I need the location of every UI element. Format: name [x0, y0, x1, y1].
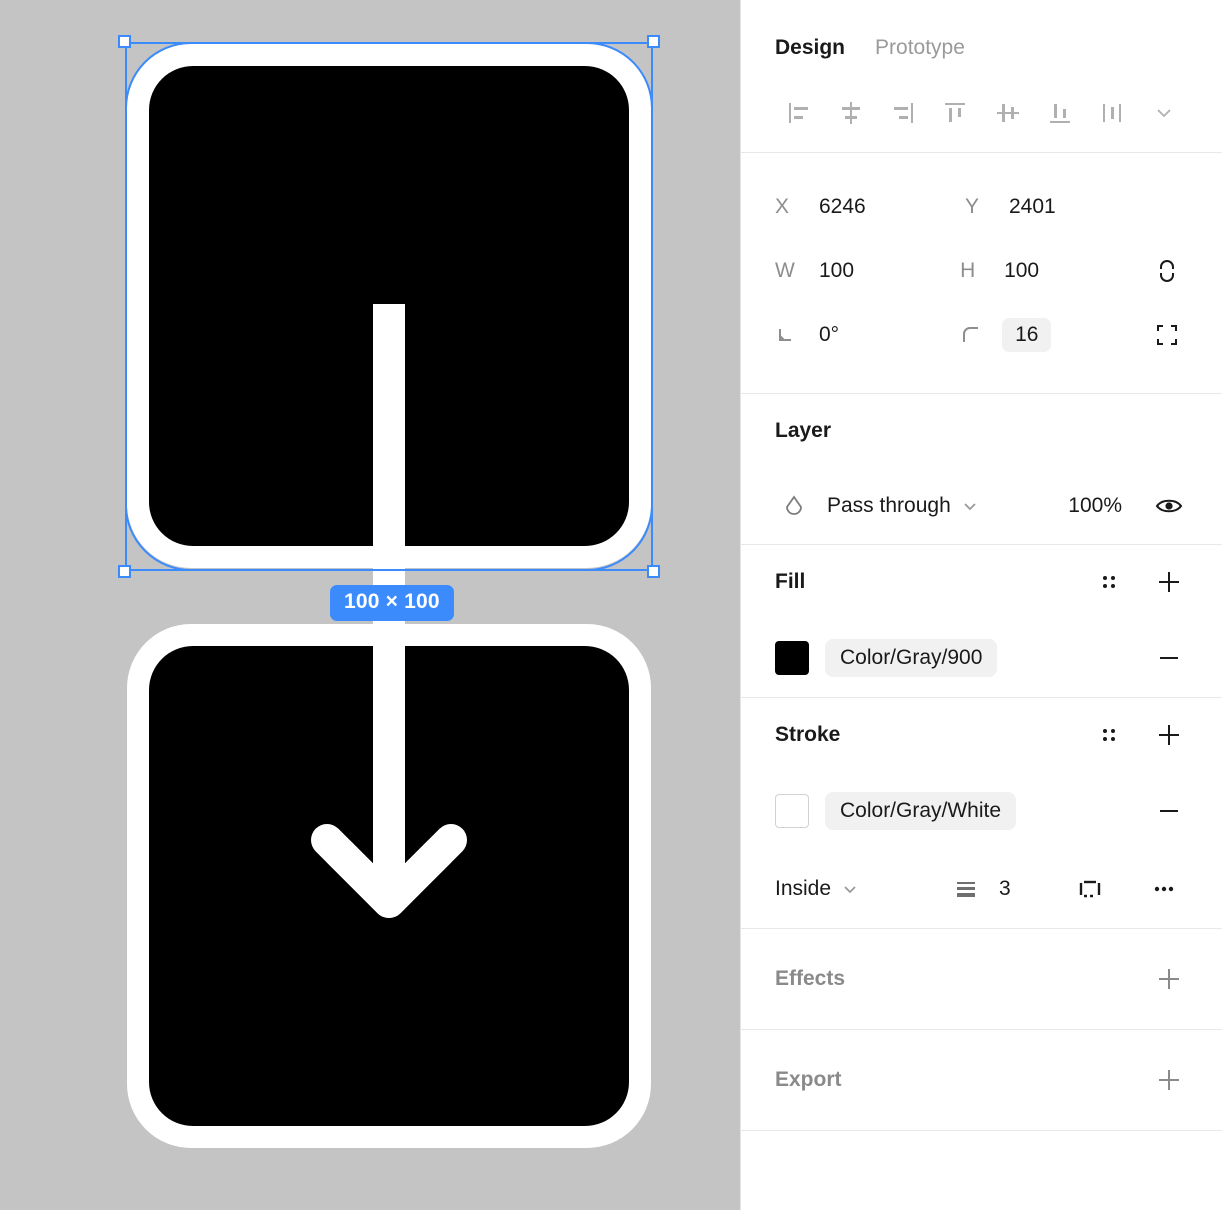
align-top-icon[interactable]	[929, 91, 981, 135]
add-export-icon[interactable]	[1150, 1061, 1188, 1099]
distribute-icon[interactable]	[1086, 91, 1138, 135]
align-bottom-icon[interactable]	[1034, 91, 1086, 135]
resize-handle-top-right[interactable]	[647, 35, 660, 48]
align-vertical-center-icon[interactable]	[982, 91, 1034, 135]
effects-section: Effects	[741, 929, 1222, 1029]
chevron-down-icon[interactable]	[1138, 91, 1190, 135]
divider	[741, 1130, 1222, 1131]
y-field[interactable]: Y 2401	[965, 195, 1155, 219]
position-row: X 6246 Y 2401	[775, 175, 1188, 239]
x-field[interactable]: X 6246	[775, 195, 965, 219]
fill-token-chip[interactable]: Color/Gray/900	[825, 639, 998, 677]
blend-mode-icon	[775, 487, 813, 525]
fill-styles-icon[interactable]	[1090, 563, 1128, 601]
tab-design[interactable]: Design	[775, 36, 845, 60]
size-row: W 100 H 100	[775, 239, 1188, 303]
artboard-top-fill	[149, 66, 629, 546]
constrain-proportions-icon[interactable]	[1145, 249, 1188, 293]
stroke-weight-icon	[947, 870, 985, 908]
y-label: Y	[965, 195, 980, 218]
stroke-options-row: Inside 3	[775, 850, 1188, 928]
layer-section: Layer Pass through 100%	[741, 394, 1222, 544]
alignment-toolbar	[741, 74, 1222, 152]
rotation-icon	[775, 324, 819, 346]
corner-radius-value[interactable]: 16	[1002, 318, 1052, 352]
align-horizontal-center-icon[interactable]	[825, 91, 877, 135]
artboard-bottom-fill	[149, 646, 629, 1126]
rotation-field[interactable]: 0°	[775, 323, 960, 347]
resize-handle-bottom-right[interactable]	[647, 565, 660, 578]
add-stroke-icon[interactable]	[1150, 716, 1188, 754]
stroke-row: Color/Gray/White	[775, 772, 1188, 850]
remove-stroke-icon[interactable]	[1150, 792, 1188, 830]
resize-handle-top-left[interactable]	[118, 35, 131, 48]
add-effect-icon[interactable]	[1150, 960, 1188, 998]
corner-radius-icon	[960, 324, 1004, 346]
stroke-position-value[interactable]: Inside	[775, 877, 831, 901]
design-canvas[interactable]: 100 × 100	[0, 0, 740, 1210]
layer-blend-row: Pass through 100%	[775, 468, 1188, 544]
artboard-arrow-bottom[interactable]	[127, 584, 651, 1148]
tab-prototype[interactable]: Prototype	[875, 36, 965, 60]
visibility-eye-icon[interactable]	[1150, 487, 1188, 525]
x-value[interactable]: 6246	[819, 195, 866, 219]
layer-section-header: Layer	[775, 394, 1188, 468]
height-value[interactable]: 100	[1004, 259, 1039, 283]
export-title: Export	[775, 1068, 842, 1091]
fill-title: Fill	[775, 570, 806, 593]
corner-radius-field[interactable]: 16	[960, 318, 1145, 352]
artboard-arrow-top[interactable]	[127, 44, 651, 594]
rotation-radius-row: 0° 16	[775, 303, 1188, 367]
resize-handle-bottom-left[interactable]	[118, 565, 131, 578]
stroke-more-options-icon[interactable]	[1145, 870, 1183, 908]
height-field[interactable]: H 100	[960, 259, 1145, 283]
y-value[interactable]: 2401	[1009, 195, 1056, 219]
add-fill-icon[interactable]	[1150, 563, 1188, 601]
align-left-icon[interactable]	[773, 91, 825, 135]
layer-title: Layer	[775, 419, 832, 442]
transform-properties: X 6246 Y 2401 W 100 H 100 0° 16	[741, 153, 1222, 393]
fill-row: Color/Gray/900	[775, 619, 1188, 697]
width-label: W	[775, 259, 795, 282]
export-section-header: Export	[775, 1030, 1188, 1130]
width-value[interactable]: 100	[819, 259, 854, 283]
remove-fill-icon[interactable]	[1150, 639, 1188, 677]
chevron-down-icon[interactable]	[951, 487, 989, 525]
effects-title: Effects	[775, 967, 846, 990]
stroke-color-swatch[interactable]	[775, 794, 809, 828]
stroke-section-header: Stroke	[775, 698, 1188, 772]
x-label: X	[775, 195, 790, 218]
layer-opacity-value[interactable]: 100%	[1068, 494, 1122, 518]
panel-tabs: Design Prototype	[741, 0, 1222, 74]
export-section: Export	[741, 1030, 1222, 1130]
fill-section-header: Fill	[775, 545, 1188, 619]
stroke-token-chip[interactable]: Color/Gray/White	[825, 792, 1017, 830]
align-right-icon[interactable]	[877, 91, 929, 135]
selection-size-badge: 100 × 100	[330, 585, 454, 621]
fill-section: Fill Color/Gray/900	[741, 545, 1222, 697]
stroke-section: Stroke Color/Gray/White Inside 3	[741, 698, 1222, 928]
figma-editor: 100 × 100 Design Prototype X 6246 Y 2401…	[0, 0, 1222, 1210]
independent-corners-icon[interactable]	[1145, 313, 1188, 357]
stroke-weight-value[interactable]: 3	[999, 877, 1011, 901]
stroke-styles-icon[interactable]	[1090, 716, 1128, 754]
width-field[interactable]: W 100	[775, 259, 960, 283]
chevron-down-icon[interactable]	[831, 870, 869, 908]
fill-color-swatch[interactable]	[775, 641, 809, 675]
individual-stroke-sides-icon[interactable]	[1071, 870, 1109, 908]
blend-mode-value[interactable]: Pass through	[827, 494, 951, 518]
right-properties-panel: Design Prototype X 6246 Y 2401 W 100 H 1…	[740, 0, 1222, 1210]
stroke-title: Stroke	[775, 723, 841, 746]
effects-section-header: Effects	[775, 929, 1188, 1029]
rotation-value[interactable]: 0°	[819, 323, 839, 347]
height-label: H	[960, 259, 976, 282]
